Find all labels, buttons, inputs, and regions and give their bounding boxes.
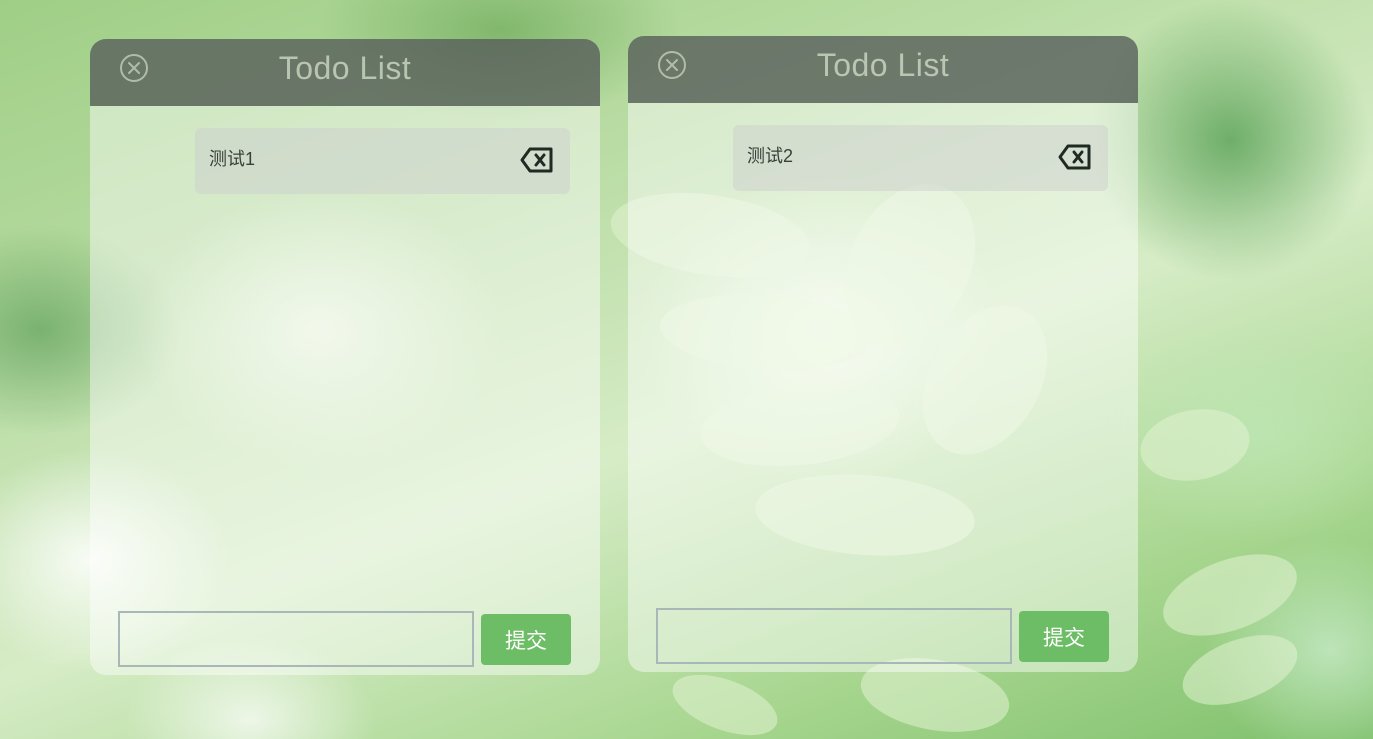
todo-panel: Todo List 测试1 提交 [90, 39, 600, 675]
todo-item: 测试2 [733, 125, 1108, 191]
background-leaf [664, 662, 786, 739]
todo-panel: Todo List 测试2 提交 [628, 36, 1138, 672]
backspace-delete-icon[interactable] [1058, 143, 1092, 171]
todo-input[interactable] [118, 611, 474, 667]
panel-title: Todo List [816, 47, 950, 83]
backspace-delete-icon[interactable] [520, 146, 554, 174]
todo-item-text: 测试1 [209, 149, 256, 169]
todo-item: 测试1 [195, 128, 570, 194]
todo-list: 测试2 [733, 125, 1108, 201]
background-leaf [1173, 621, 1307, 719]
close-circle-icon[interactable] [119, 53, 149, 83]
background-leaf [1152, 538, 1308, 652]
submit-button[interactable]: 提交 [1019, 611, 1109, 662]
close-circle-icon[interactable] [657, 50, 687, 80]
panel-title: Todo List [278, 50, 412, 86]
todo-input[interactable] [656, 608, 1012, 664]
todo-list: 测试1 [195, 128, 570, 204]
submit-button[interactable]: 提交 [481, 614, 571, 665]
background-leaf [1134, 400, 1256, 490]
todo-item-text: 测试2 [747, 146, 794, 166]
